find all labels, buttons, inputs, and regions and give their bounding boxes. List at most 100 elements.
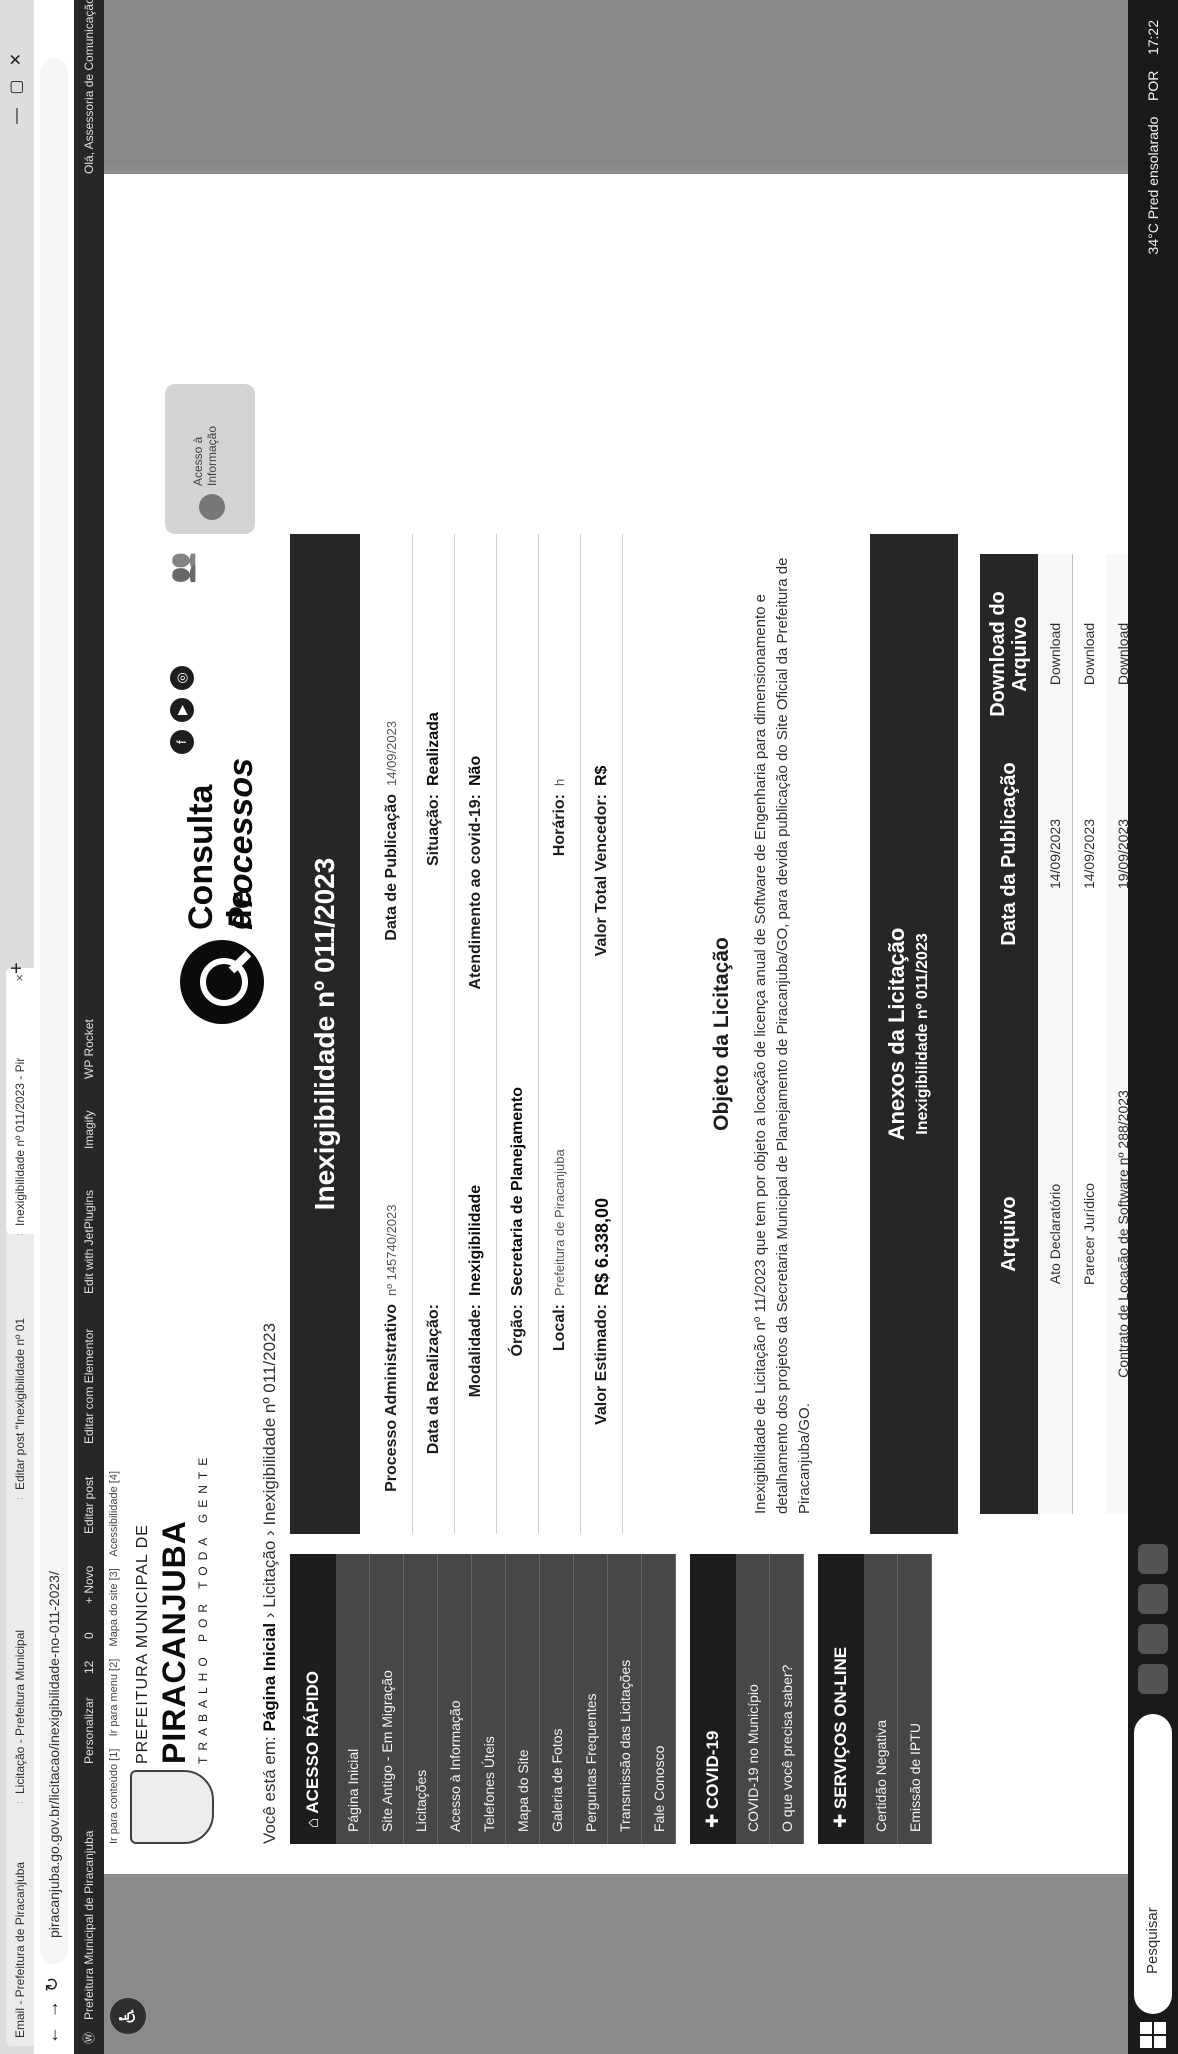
wp-jetplugins-link[interactable]: Edit with JetPlugins [74, 1190, 104, 1294]
wp-edit-post-link[interactable]: Editar post [74, 1477, 104, 1534]
site-logo[interactable]: PREFEITURA MUNICIPAL DE PIRACANJUBA TRAB… [130, 1424, 220, 1844]
realizacao-label: Data da Realização: [425, 1304, 442, 1455]
wp-imagify-link[interactable]: Imagify [74, 1110, 104, 1149]
col-data: Data da Publicação [998, 762, 1020, 946]
logo-line2: PIRACANJUBA [156, 1520, 192, 1764]
youtube-icon[interactable]: ▶ [170, 698, 194, 722]
forward-icon[interactable]: → [42, 2000, 63, 2018]
wp-rocket-link[interactable]: WP Rocket [74, 1019, 104, 1079]
publicacao-value: 14/09/2023 [384, 720, 399, 786]
acesso-informacao-label: Acesso à Informação [191, 425, 219, 486]
valor-estimado-value: R$ 6.338,00 [592, 1197, 612, 1296]
processo-value: nº 145740/2023 [384, 1204, 399, 1296]
file-name: Ato Declaratório [1047, 1183, 1063, 1285]
skip-sitemap-link[interactable]: Mapa do site [3] [108, 1568, 120, 1646]
col-arquivo: Arquivo [998, 1196, 1020, 1272]
valor-estimado-label: Valor Estimado: [593, 1304, 610, 1425]
local-label: Local: [551, 1304, 568, 1352]
wp-greeting[interactable]: Olá, Assessoria de Comunicação [74, 0, 104, 174]
window-controls[interactable]: — ▢ ✕ [6, 53, 26, 124]
reload-icon[interactable]: ↻ [42, 1977, 63, 1992]
page-margin-right [104, 0, 1128, 164]
consulta-line2: Processos [222, 758, 260, 930]
breadcrumb-prefix: Você está em: [260, 1736, 279, 1844]
url-field[interactable]: piracanjuba.go.gov.br/licitacao/inexigib… [40, 58, 68, 1964]
sidebar-item-transmissao[interactable]: Transmissão das Licitações [608, 1554, 642, 1844]
acesso-informacao-button[interactable]: Acesso à Informação [165, 384, 255, 534]
orgao-value: Secretaria de Planejamento [509, 1087, 526, 1296]
objeto-text: Inexigibilidade de Licitação nº 11/2023 … [752, 557, 813, 1514]
sidebar-item-covid-municipio[interactable]: COVID-19 no Município [736, 1554, 770, 1844]
task-view-icon[interactable] [1138, 1664, 1168, 1694]
table-row: Processo Administrativo nº 145740/2023 D… [372, 534, 413, 1534]
skip-menu-link[interactable]: Ir para menu [2] [108, 1659, 120, 1737]
skip-content-link[interactable]: Ir para conteúdo [1] [108, 1749, 120, 1844]
coat-of-arms-icon [130, 1770, 214, 1844]
tab-inexigibilidade[interactable]: Inexigibilidade nº 011/2023 - Pir × [6, 968, 34, 1234]
accessibility-icon[interactable]: ♿ [110, 1998, 146, 2034]
address-bar: ← → ↻ piracanjuba.go.gov.br/licitacao/in… [34, 0, 75, 2054]
tab-email[interactable]: Email - Prefeitura de Piracanjuba× [6, 1790, 34, 2046]
sidebar-item-telefones[interactable]: Telefones Úteis [472, 1554, 506, 1844]
breadcrumb-home[interactable]: Página Inicial [260, 1623, 279, 1732]
edge-icon[interactable] [1138, 1584, 1168, 1614]
weather-status[interactable]: 34°C Pred ensolarado [1145, 117, 1161, 255]
anexos-title: Anexos da Licitação [884, 927, 909, 1141]
download-link[interactable]: Download [1072, 554, 1106, 754]
wp-comments-count[interactable]: 0 [74, 1632, 104, 1639]
tab-licitacao[interactable]: Licitação - Prefeitura Municipal× [6, 1486, 34, 1802]
objeto-heading: Objeto da Licitação [710, 937, 733, 1131]
sidebar-item-perguntas[interactable]: Perguntas Frequentes [574, 1554, 608, 1844]
facebook-icon[interactable]: f [170, 730, 194, 754]
instagram-icon[interactable]: ◎ [170, 666, 194, 690]
consulta-processos-banner[interactable]: Consulta de Processos [170, 744, 290, 1024]
windows-start-icon[interactable] [1140, 2022, 1166, 2048]
logo-slogan: TRABALHO POR TODA GENTE [196, 1451, 210, 1764]
sidebar-item-iptu[interactable]: Emissão de IPTU [898, 1554, 932, 1844]
back-icon[interactable]: ← [42, 2026, 63, 2044]
situacao-value: Realizada [425, 712, 442, 786]
files-icon[interactable] [1138, 1544, 1168, 1574]
sidebar-item-mapa-site[interactable]: Mapa do Site [506, 1554, 540, 1844]
close-icon[interactable]: × [6, 974, 34, 982]
new-tab-icon[interactable]: + [6, 962, 29, 974]
wp-customize-link[interactable]: Personalizar [74, 1697, 104, 1764]
chrome-icon[interactable] [1138, 1624, 1168, 1654]
sidebar-item-pagina-inicial[interactable]: Página Inicial [336, 1554, 370, 1844]
anexos-heading: Anexos da Licitação Inexigibilidade nº 0… [870, 534, 958, 1534]
skip-accessibility-link[interactable]: Acessibilidade [4] [108, 1471, 120, 1557]
social-links: f ▶ ◎ [170, 634, 200, 754]
magnifier-icon [180, 940, 264, 1024]
sidebar-item-certidao[interactable]: Certidão Negativa [864, 1554, 898, 1844]
table-row: Ato Declaratório 14/09/2023 Download [1038, 554, 1073, 1514]
tab-editar-post[interactable]: Editar post "Inexigibilidade nº 01× [6, 1222, 34, 1498]
breadcrumb-section[interactable]: Licitação [260, 1541, 279, 1608]
sidebar-item-galeria[interactable]: Galeria de Fotos [540, 1554, 574, 1844]
wp-site-link[interactable]: Prefeitura Municipal de Piracanjuba [74, 1831, 104, 2020]
table-row: Modalidade: Inexigibilidade Atendimento … [456, 534, 497, 1534]
wp-logo-icon[interactable]: Ⓦ [74, 2032, 104, 2044]
sidebar-item-fale-conosco[interactable]: Fale Conosco [642, 1554, 676, 1844]
sidebar-item-covid-saber[interactable]: O que você precisa saber? [770, 1554, 804, 1844]
browser-tab-bar: Email - Prefeitura de Piracanjuba× Licit… [0, 0, 34, 2054]
wp-updates-count[interactable]: 12 [74, 1661, 104, 1674]
taskbar-search[interactable]: Pesquisar [1134, 1714, 1172, 2014]
info-icon [199, 494, 225, 520]
screen: Email - Prefeitura de Piracanjuba× Licit… [0, 0, 1178, 2054]
clock[interactable]: 17:22 [1145, 20, 1161, 55]
accessibility-people-icon[interactable]: 👥 [166, 552, 197, 584]
covid-value: Não [467, 755, 484, 786]
modalidade-value: Inexigibilidade [467, 1184, 484, 1296]
wp-new-link[interactable]: + Novo [74, 1566, 104, 1604]
table-row: Data da Realização: Situação: Realizada [414, 534, 455, 1534]
files-table-header: Arquivo Data da Publicação Download do A… [980, 554, 1038, 1514]
wp-elementor-link[interactable]: Editar com Elementor [74, 1329, 104, 1444]
sidebar-item-licitacoes[interactable]: Licitações [404, 1554, 438, 1844]
wp-admin-bar: Ⓦ Prefeitura Municipal de Piracanjuba Pe… [74, 0, 104, 2054]
language-indicator[interactable]: POR [1145, 71, 1161, 101]
table-row: Parecer Jurídico 14/09/2023 Download [1072, 554, 1107, 1514]
acesso-rapido-heading: ⌂ ACESSO RÁPIDO [290, 1554, 336, 1844]
sidebar-item-acesso-informacao[interactable]: Acesso à Informação [438, 1554, 472, 1844]
download-link[interactable]: Download [1038, 554, 1072, 754]
sidebar-item-site-antigo[interactable]: Site Antigo - Em Migração [370, 1554, 404, 1844]
